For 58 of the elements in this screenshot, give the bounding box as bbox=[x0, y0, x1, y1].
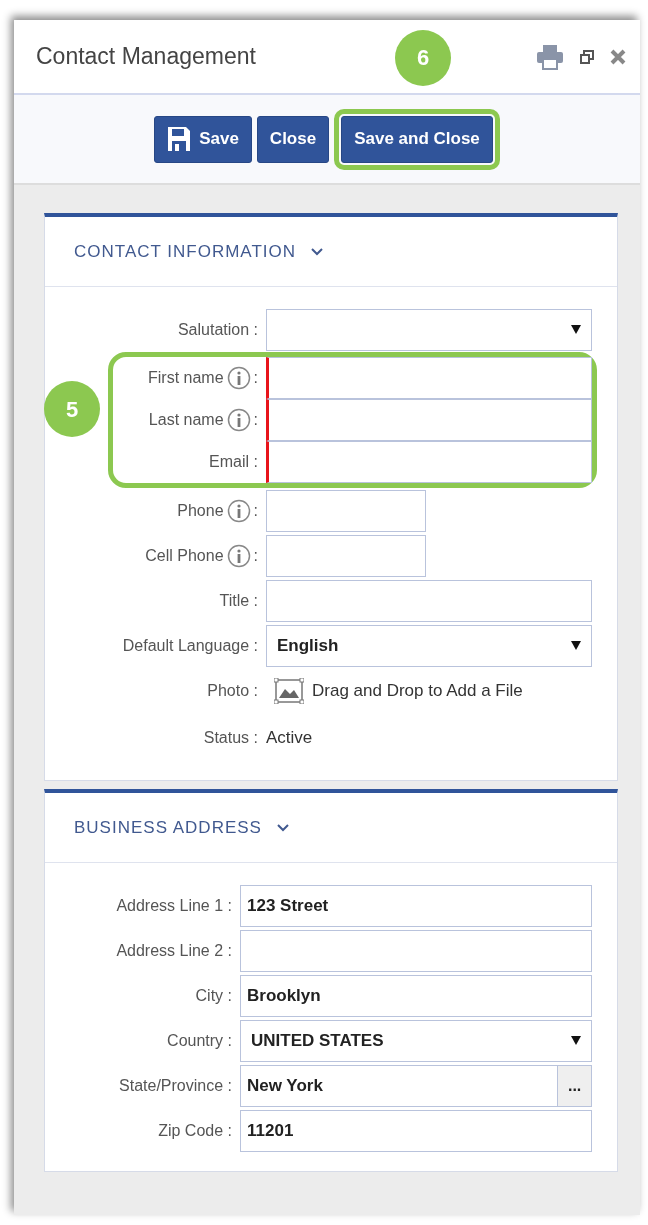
input-field[interactable]: 11201 bbox=[240, 1109, 592, 1152]
dropdown-arrow-icon bbox=[571, 325, 581, 334]
input-field[interactable] bbox=[266, 534, 426, 577]
restore-icon[interactable] bbox=[580, 49, 594, 64]
select-field[interactable]: English bbox=[266, 624, 592, 667]
input-field[interactable]: New York bbox=[240, 1064, 559, 1107]
status-value: Active bbox=[266, 727, 313, 750]
image-icon[interactable] bbox=[274, 678, 304, 704]
input-field[interactable]: Brooklyn bbox=[240, 974, 592, 1017]
info-icon[interactable] bbox=[226, 543, 251, 568]
chevron-icon[interactable] bbox=[310, 246, 325, 257]
section-title[interactable]: CONTACT INFORMATION bbox=[74, 238, 297, 265]
field-label: Status : bbox=[203, 728, 258, 748]
input-field[interactable] bbox=[240, 929, 592, 972]
drop-zone-text[interactable]: Drag and Drop to Add a File bbox=[312, 678, 523, 704]
input-field[interactable] bbox=[266, 399, 592, 441]
field-label: Default Language : bbox=[122, 635, 258, 656]
field-label: First name bbox=[147, 368, 224, 388]
chevron-icon[interactable] bbox=[275, 822, 290, 833]
field-label: : bbox=[253, 545, 258, 566]
field-label: Phone bbox=[177, 500, 224, 521]
field-label: Last name bbox=[148, 410, 224, 430]
field-label: Address Line 1 : bbox=[116, 895, 232, 916]
info-icon[interactable] bbox=[226, 498, 251, 523]
field-label: Country : bbox=[167, 1030, 232, 1051]
toolbar-button[interactable]: Save bbox=[154, 115, 252, 163]
field-label: Email : bbox=[209, 452, 258, 472]
field-label: Photo : bbox=[207, 681, 258, 701]
field-label: : bbox=[253, 368, 258, 388]
field-label: State/Province : bbox=[119, 1075, 232, 1096]
field-label: City : bbox=[195, 985, 232, 1006]
field-label: Address Line 2 : bbox=[116, 940, 232, 961]
info-icon[interactable] bbox=[226, 408, 251, 432]
window-title: Contact Management bbox=[36, 42, 256, 72]
save-icon bbox=[167, 126, 192, 152]
field-label: Cell Phone bbox=[145, 545, 224, 566]
field-label: : bbox=[253, 500, 258, 521]
field-label: Salutation : bbox=[177, 319, 258, 340]
field-label: : bbox=[253, 410, 258, 430]
field-label: Title : bbox=[219, 590, 258, 611]
select-field[interactable]: UNITED STATES bbox=[240, 1019, 592, 1062]
lookup-button[interactable]: ... bbox=[558, 1064, 592, 1107]
field-label: Zip Code : bbox=[158, 1120, 232, 1141]
input-field[interactable]: 123 Street bbox=[240, 884, 592, 927]
close-icon[interactable] bbox=[610, 48, 626, 65]
input-field[interactable] bbox=[266, 579, 592, 622]
callout-badge: 5 bbox=[44, 381, 100, 437]
dropdown-arrow-icon bbox=[571, 1036, 581, 1045]
print-icon[interactable] bbox=[536, 43, 564, 70]
section-title[interactable]: BUSINESS ADDRESS bbox=[74, 814, 262, 841]
select-field[interactable] bbox=[266, 308, 592, 351]
dropdown-arrow-icon bbox=[571, 641, 581, 650]
toolbar-button[interactable]: Save and Close bbox=[341, 115, 493, 163]
toolbar-button[interactable]: Close bbox=[256, 115, 330, 163]
input-field[interactable] bbox=[266, 357, 592, 399]
input-field[interactable] bbox=[266, 441, 592, 483]
info-icon[interactable] bbox=[226, 366, 251, 390]
input-field[interactable] bbox=[266, 489, 426, 532]
